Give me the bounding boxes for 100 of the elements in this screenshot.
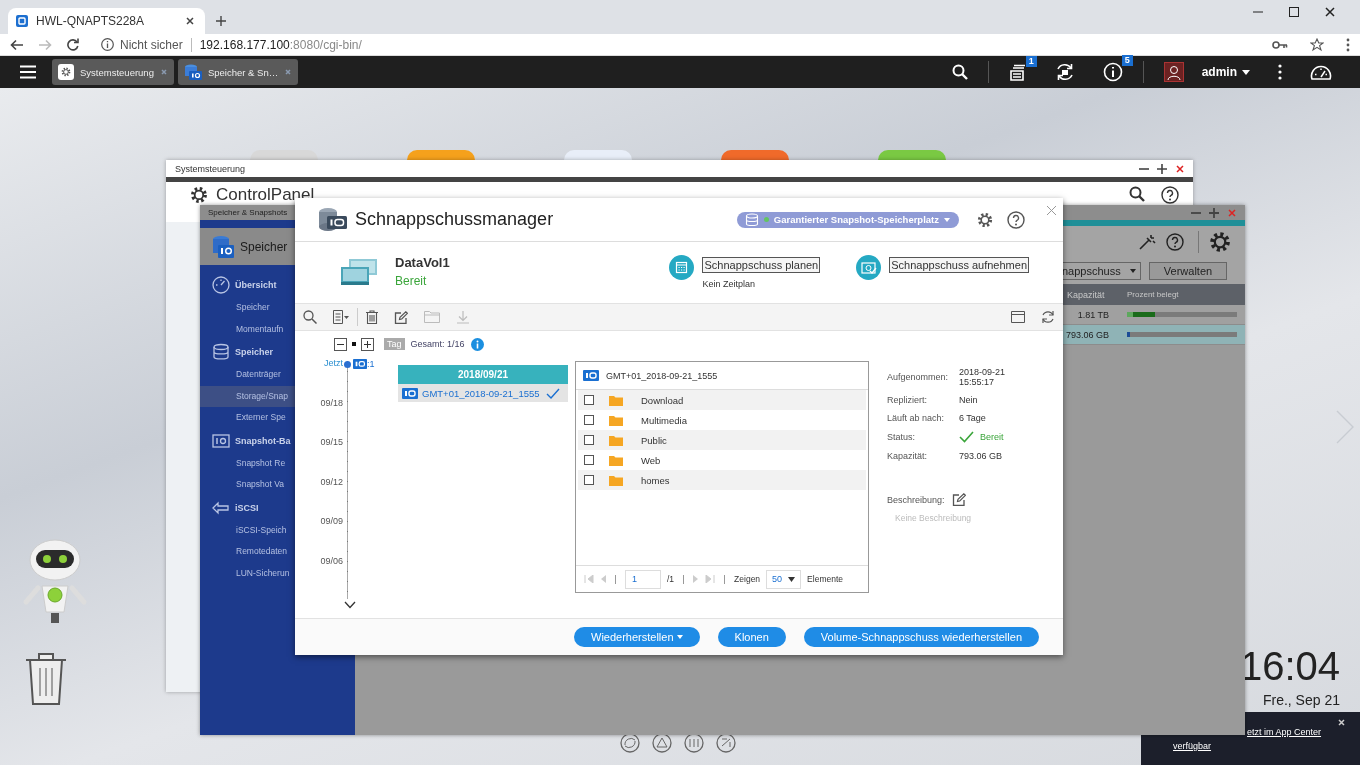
page-size-select[interactable]: 50	[766, 569, 802, 589]
sync-icon[interactable]	[1054, 62, 1075, 82]
window-title: Speicher & Snapshots	[208, 208, 288, 217]
zoom-out-icon[interactable]	[334, 337, 347, 351]
dock-icon[interactable]	[716, 733, 736, 753]
address-field[interactable]: 192.168.177.100:8080/cgi-bin/	[199, 37, 362, 52]
snapshot-manager-icon	[317, 206, 347, 233]
checkbox[interactable]	[584, 455, 594, 465]
volume-drive-icon	[339, 257, 379, 287]
volume-status: Bereit	[395, 274, 428, 288]
app-icon[interactable]	[721, 150, 789, 160]
dock-icon[interactable]	[620, 733, 640, 753]
detail-value: 793.06 GB	[959, 451, 1004, 461]
security-label: Nicht sicher	[120, 37, 192, 52]
page-size-label: Zeigen	[734, 574, 761, 584]
checkbox[interactable]	[584, 415, 594, 425]
user-menu[interactable]: admin	[1201, 65, 1250, 79]
timeline-label: 09/09	[320, 516, 343, 526]
footer-button[interactable]: Wiederherstellen	[574, 627, 700, 647]
detail-label: Aufgenommen:	[887, 372, 950, 382]
more-icon[interactable]	[1346, 37, 1350, 52]
maximize-icon[interactable]	[1157, 163, 1167, 174]
trash-icon[interactable]	[366, 310, 378, 324]
chevron-down-icon[interactable]	[344, 601, 356, 609]
avatar-icon[interactable]	[1163, 62, 1184, 82]
star-icon[interactable]	[1310, 37, 1324, 52]
tab-title: HWL-QNAPTS228A	[36, 14, 146, 28]
reload-icon[interactable]	[66, 38, 79, 51]
manage-button[interactable]: Verwalten	[1149, 262, 1227, 280]
dock-icon[interactable]	[652, 733, 672, 753]
search-icon[interactable]	[1129, 186, 1145, 202]
detail-label: Beschreibung:	[887, 494, 945, 505]
checkbox[interactable]	[584, 475, 594, 485]
timeline-label: Jetzt	[324, 358, 343, 368]
footer-button[interactable]: Klonen	[717, 627, 786, 647]
file-name: Web	[641, 454, 661, 466]
action-button[interactable]: Schnappschuss aufnehmen	[889, 257, 1029, 273]
schedule-note: Kein Zeitplan	[702, 279, 757, 289]
notification-link[interactable]: etzt im App Center	[1247, 725, 1322, 739]
info-icon[interactable]	[101, 38, 114, 51]
page-field[interactable]: 1	[625, 569, 661, 589]
key-icon[interactable]	[1272, 39, 1288, 50]
detail-label: Läuft ab nach:	[887, 413, 946, 423]
search-icon[interactable]	[303, 310, 317, 324]
settings-icon[interactable]	[1209, 231, 1231, 253]
tasks-icon[interactable]	[1008, 63, 1027, 81]
panel-title: GMT+01_2018-09-21_1555	[606, 370, 718, 381]
storage-icon	[212, 234, 234, 259]
caret-icon	[944, 217, 950, 222]
count-badge: 1	[1025, 56, 1037, 67]
trash-icon[interactable]	[24, 652, 68, 706]
action-button[interactable]: Schnappschuss planen	[702, 257, 821, 273]
app-tab[interactable]: Speicher & Sn…	[177, 59, 299, 85]
dialog-title: Schnappschussmanager	[355, 209, 554, 230]
plus-icon[interactable]	[215, 15, 227, 27]
close-icon[interactable]	[1324, 6, 1336, 18]
footer-button[interactable]: Volume-Schnappschuss wiederherstellen	[803, 627, 1039, 647]
help-icon[interactable]	[1161, 186, 1179, 204]
edit-icon[interactable]	[951, 493, 966, 506]
maximize-icon[interactable]	[1288, 6, 1300, 18]
back-icon[interactable]	[10, 38, 24, 51]
help-icon[interactable]	[1166, 233, 1184, 251]
window-icon[interactable]	[1011, 311, 1025, 323]
count-badge: 5	[1121, 55, 1133, 66]
clock-date: Fre., Sep 21	[1261, 692, 1340, 708]
notification-link[interactable]: verfügbar	[1173, 739, 1212, 753]
checkbox[interactable]	[584, 435, 594, 445]
wand-icon[interactable]	[1138, 233, 1156, 251]
storage-icon	[183, 64, 202, 80]
dashboard-icon[interactable]	[1310, 64, 1332, 80]
caret-icon	[1130, 269, 1136, 273]
dock-icon[interactable]	[684, 733, 704, 753]
app-tab[interactable]: Systemsteuerung	[52, 59, 174, 85]
browser-tab[interactable]: HWL-QNAPTS228A	[8, 8, 205, 34]
close-icon[interactable]	[185, 16, 195, 26]
window-title: Systemsteuerung	[175, 163, 246, 174]
zoom-in-icon[interactable]	[361, 337, 374, 351]
search-icon[interactable]	[951, 64, 968, 80]
timeline-marker	[344, 361, 351, 368]
menu-icon[interactable]	[20, 65, 36, 79]
scale-tag: Tag	[384, 338, 405, 350]
checkbox[interactable]	[584, 395, 594, 405]
settings-icon[interactable]	[977, 211, 993, 228]
check-icon	[546, 387, 560, 399]
date-header: 2018/09/21	[398, 365, 568, 384]
folder-icon	[609, 474, 623, 486]
gear-icon	[58, 64, 74, 80]
site-icon	[16, 15, 28, 27]
column-header: Kapazität	[1066, 289, 1106, 300]
help-icon[interactable]	[1007, 210, 1025, 229]
snapshot-item[interactable]: GMT+01_2018-09-21_1555	[398, 384, 568, 402]
detail-label: Kapazität:	[887, 451, 929, 461]
calendar-icon	[669, 255, 695, 280]
clock-time: 16:04	[1240, 644, 1340, 688]
more-icon[interactable]	[1278, 64, 1282, 80]
timeline-label: 09/15	[320, 437, 343, 447]
folder-icon	[609, 454, 623, 466]
refresh-icon[interactable]	[1041, 310, 1055, 324]
edit-icon[interactable]	[394, 310, 408, 324]
list-icon[interactable]	[333, 310, 349, 324]
